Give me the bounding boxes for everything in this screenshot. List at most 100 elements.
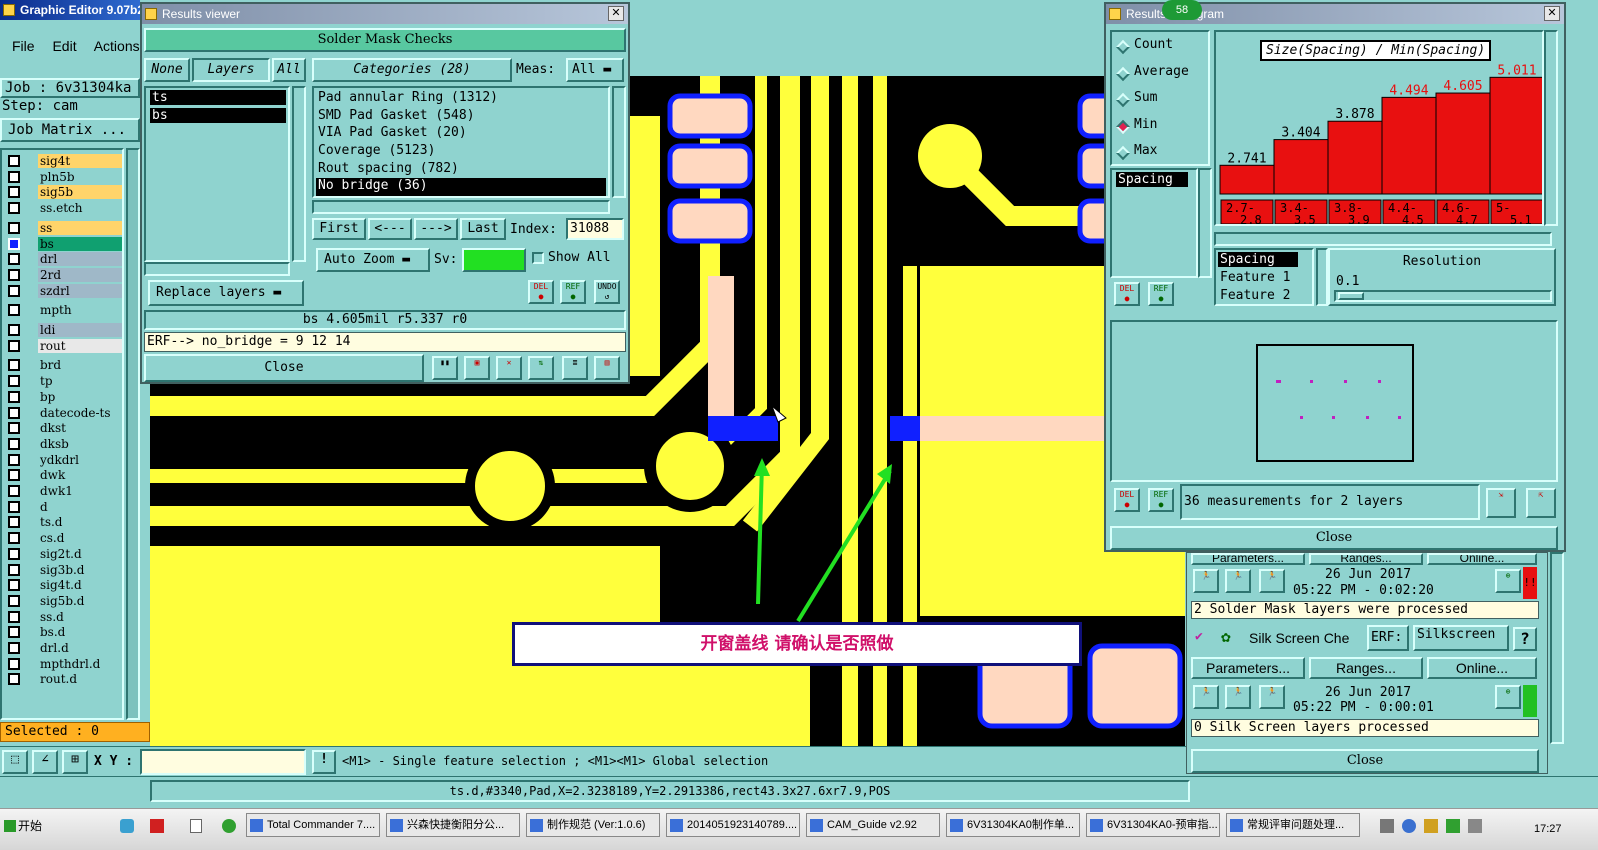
layer-name[interactable]: rout: [38, 338, 122, 353]
layer-row[interactable]: drl: [6, 252, 122, 267]
menu-actions[interactable]: Actions: [94, 38, 140, 54]
category-item[interactable]: Coverage (5123): [316, 143, 606, 161]
layer-checkbox[interactable]: [8, 547, 20, 560]
layer-row[interactable]: dkst: [6, 421, 122, 436]
sv-color-dropdown[interactable]: [462, 248, 526, 272]
layer-row[interactable]: sig5b: [6, 185, 122, 200]
run-all-icon[interactable]: 🏃: [1225, 569, 1251, 593]
layer-checkbox[interactable]: [8, 437, 20, 450]
layer-name[interactable]: bs.d: [38, 625, 122, 640]
layer-row[interactable]: d: [6, 499, 122, 514]
layer-row[interactable]: ldi: [6, 323, 122, 337]
parameters-button-2[interactable]: Parameters...: [1191, 657, 1305, 679]
measure-tool-icon[interactable]: ∠: [32, 750, 58, 774]
layer-name[interactable]: drl.d: [38, 641, 122, 655]
layer-row[interactable]: sig3b.d: [6, 562, 122, 577]
start-button[interactable]: 开始: [2, 815, 52, 839]
layer-name[interactable]: mpth: [38, 303, 122, 318]
job-matrix-button[interactable]: Job Matrix ...: [0, 118, 140, 142]
mode-radio[interactable]: [1115, 92, 1131, 108]
mode-label[interactable]: Max: [1134, 143, 1157, 158]
layer-row[interactable]: mpth: [6, 303, 122, 318]
layer-checkbox[interactable]: [8, 221, 20, 234]
ranges-button[interactable]: Ranges...: [1309, 553, 1423, 565]
ranges-button-2[interactable]: Ranges...: [1309, 657, 1423, 679]
layer-checkbox[interactable]: [8, 155, 20, 167]
grid-tool-icon[interactable]: ⊞: [62, 750, 88, 774]
layer-name[interactable]: cs.d: [38, 531, 122, 546]
zoom-results-icon-2[interactable]: ⊕: [1495, 685, 1521, 709]
layer-row[interactable]: bp: [6, 389, 122, 404]
layer-name[interactable]: ts.d: [38, 515, 122, 530]
info-icon[interactable]: !: [312, 750, 336, 774]
feature-item[interactable]: Spacing: [1218, 252, 1298, 267]
mode-label[interactable]: Average: [1134, 64, 1189, 79]
layer-name[interactable]: ss: [38, 220, 122, 235]
layer-row[interactable]: dwk1: [6, 484, 122, 498]
layer-row[interactable]: ss.d: [6, 609, 122, 624]
taskbar-item[interactable]: Total Commander 7....: [246, 813, 380, 837]
taskbar-item[interactable]: 制作规范 (Ver:1.0.6): [526, 813, 660, 837]
layer-name[interactable]: ss.d: [38, 609, 122, 624]
layer-row[interactable]: rout.d: [6, 672, 122, 687]
layer-checkbox[interactable]: [8, 375, 20, 388]
layer-row[interactable]: mpthdrl.d: [6, 656, 122, 671]
meas-dropdown[interactable]: All ▬: [566, 58, 624, 82]
tray-shield-icon[interactable]: [1446, 819, 1460, 833]
layer-row[interactable]: cs.d: [6, 531, 122, 546]
tab-all[interactable]: All: [272, 58, 306, 82]
stop-run-icon[interactable]: 🏃: [1259, 569, 1285, 593]
layer-row[interactable]: ss: [6, 220, 122, 235]
layer-checkbox[interactable]: [8, 516, 20, 529]
undo-icon[interactable]: UNDO ↺: [594, 280, 620, 304]
layer-checkbox[interactable]: [8, 237, 20, 250]
layer-checkbox[interactable]: [8, 324, 20, 336]
layer-checkbox[interactable]: [8, 563, 20, 576]
layer-row[interactable]: sig2t.d: [6, 546, 122, 561]
layer-name[interactable]: drl: [38, 252, 122, 267]
histogram-bar[interactable]: [1327, 120, 1383, 195]
layer-name[interactable]: sig5b.d: [38, 593, 122, 608]
chart-hscroll[interactable]: [1214, 232, 1552, 246]
preview-ref-icon[interactable]: REF ●: [1148, 488, 1174, 512]
category-item[interactable]: SMD Pad Gasket (548): [316, 108, 606, 126]
quick-launch-icon[interactable]: [120, 819, 134, 833]
layer-list-vscroll[interactable]: [292, 86, 306, 262]
last-button[interactable]: Last: [460, 218, 506, 240]
layer-checkbox[interactable]: [8, 485, 20, 497]
taskbar-item[interactable]: 6V31304KA0制作单...: [946, 813, 1080, 837]
layer-name[interactable]: bp: [38, 389, 122, 404]
stop-run-icon-2[interactable]: 🏃: [1259, 685, 1285, 709]
layer-name[interactable]: ss.etch: [38, 201, 122, 216]
next-button[interactable]: --->: [414, 218, 458, 240]
layer-checkbox[interactable]: [8, 390, 20, 403]
zoom-all-icon[interactable]: ⇱: [1526, 488, 1556, 518]
histogram-bar[interactable]: [1381, 96, 1437, 195]
layer-name[interactable]: datecode-ts: [38, 405, 122, 420]
resolution-slider[interactable]: [1334, 290, 1552, 302]
layer-row[interactable]: ts.d: [6, 515, 122, 530]
feature-item[interactable]: Feature 1: [1218, 270, 1290, 285]
attribute-item[interactable]: Spacing: [1116, 172, 1188, 187]
online-button[interactable]: Online...: [1427, 553, 1537, 565]
taskbar-item[interactable]: 6V31304KA0-预审指...: [1086, 813, 1220, 837]
layer-checkbox[interactable]: [8, 253, 20, 266]
histogram-small-icon[interactable]: ▮▮: [432, 356, 458, 380]
category-item[interactable]: Pad annular Ring (1312): [316, 90, 606, 108]
category-item[interactable]: Rout spacing (782): [316, 161, 606, 179]
resolution-slider-thumb[interactable]: [1338, 292, 1364, 300]
menu-file[interactable]: File: [12, 38, 35, 54]
layer-row[interactable]: dwk: [6, 468, 122, 483]
document-icon[interactable]: [190, 819, 202, 833]
layer-checkbox[interactable]: [8, 268, 20, 281]
results-layer-item[interactable]: bs: [150, 108, 286, 123]
help-button[interactable]: ?: [1513, 627, 1537, 651]
layer-name[interactable]: dwk1: [38, 484, 122, 498]
run-icon[interactable]: 🏃: [1193, 569, 1219, 593]
taskbar-item[interactable]: 兴森快捷衡阳分公...: [386, 813, 520, 837]
histogram-bar[interactable]: [1219, 164, 1275, 195]
layer-checkbox[interactable]: [8, 453, 20, 466]
ref-icon[interactable]: REF ●: [560, 280, 586, 304]
categories-button[interactable]: Categories (28): [312, 58, 512, 82]
layer-row[interactable]: bs: [6, 236, 122, 251]
